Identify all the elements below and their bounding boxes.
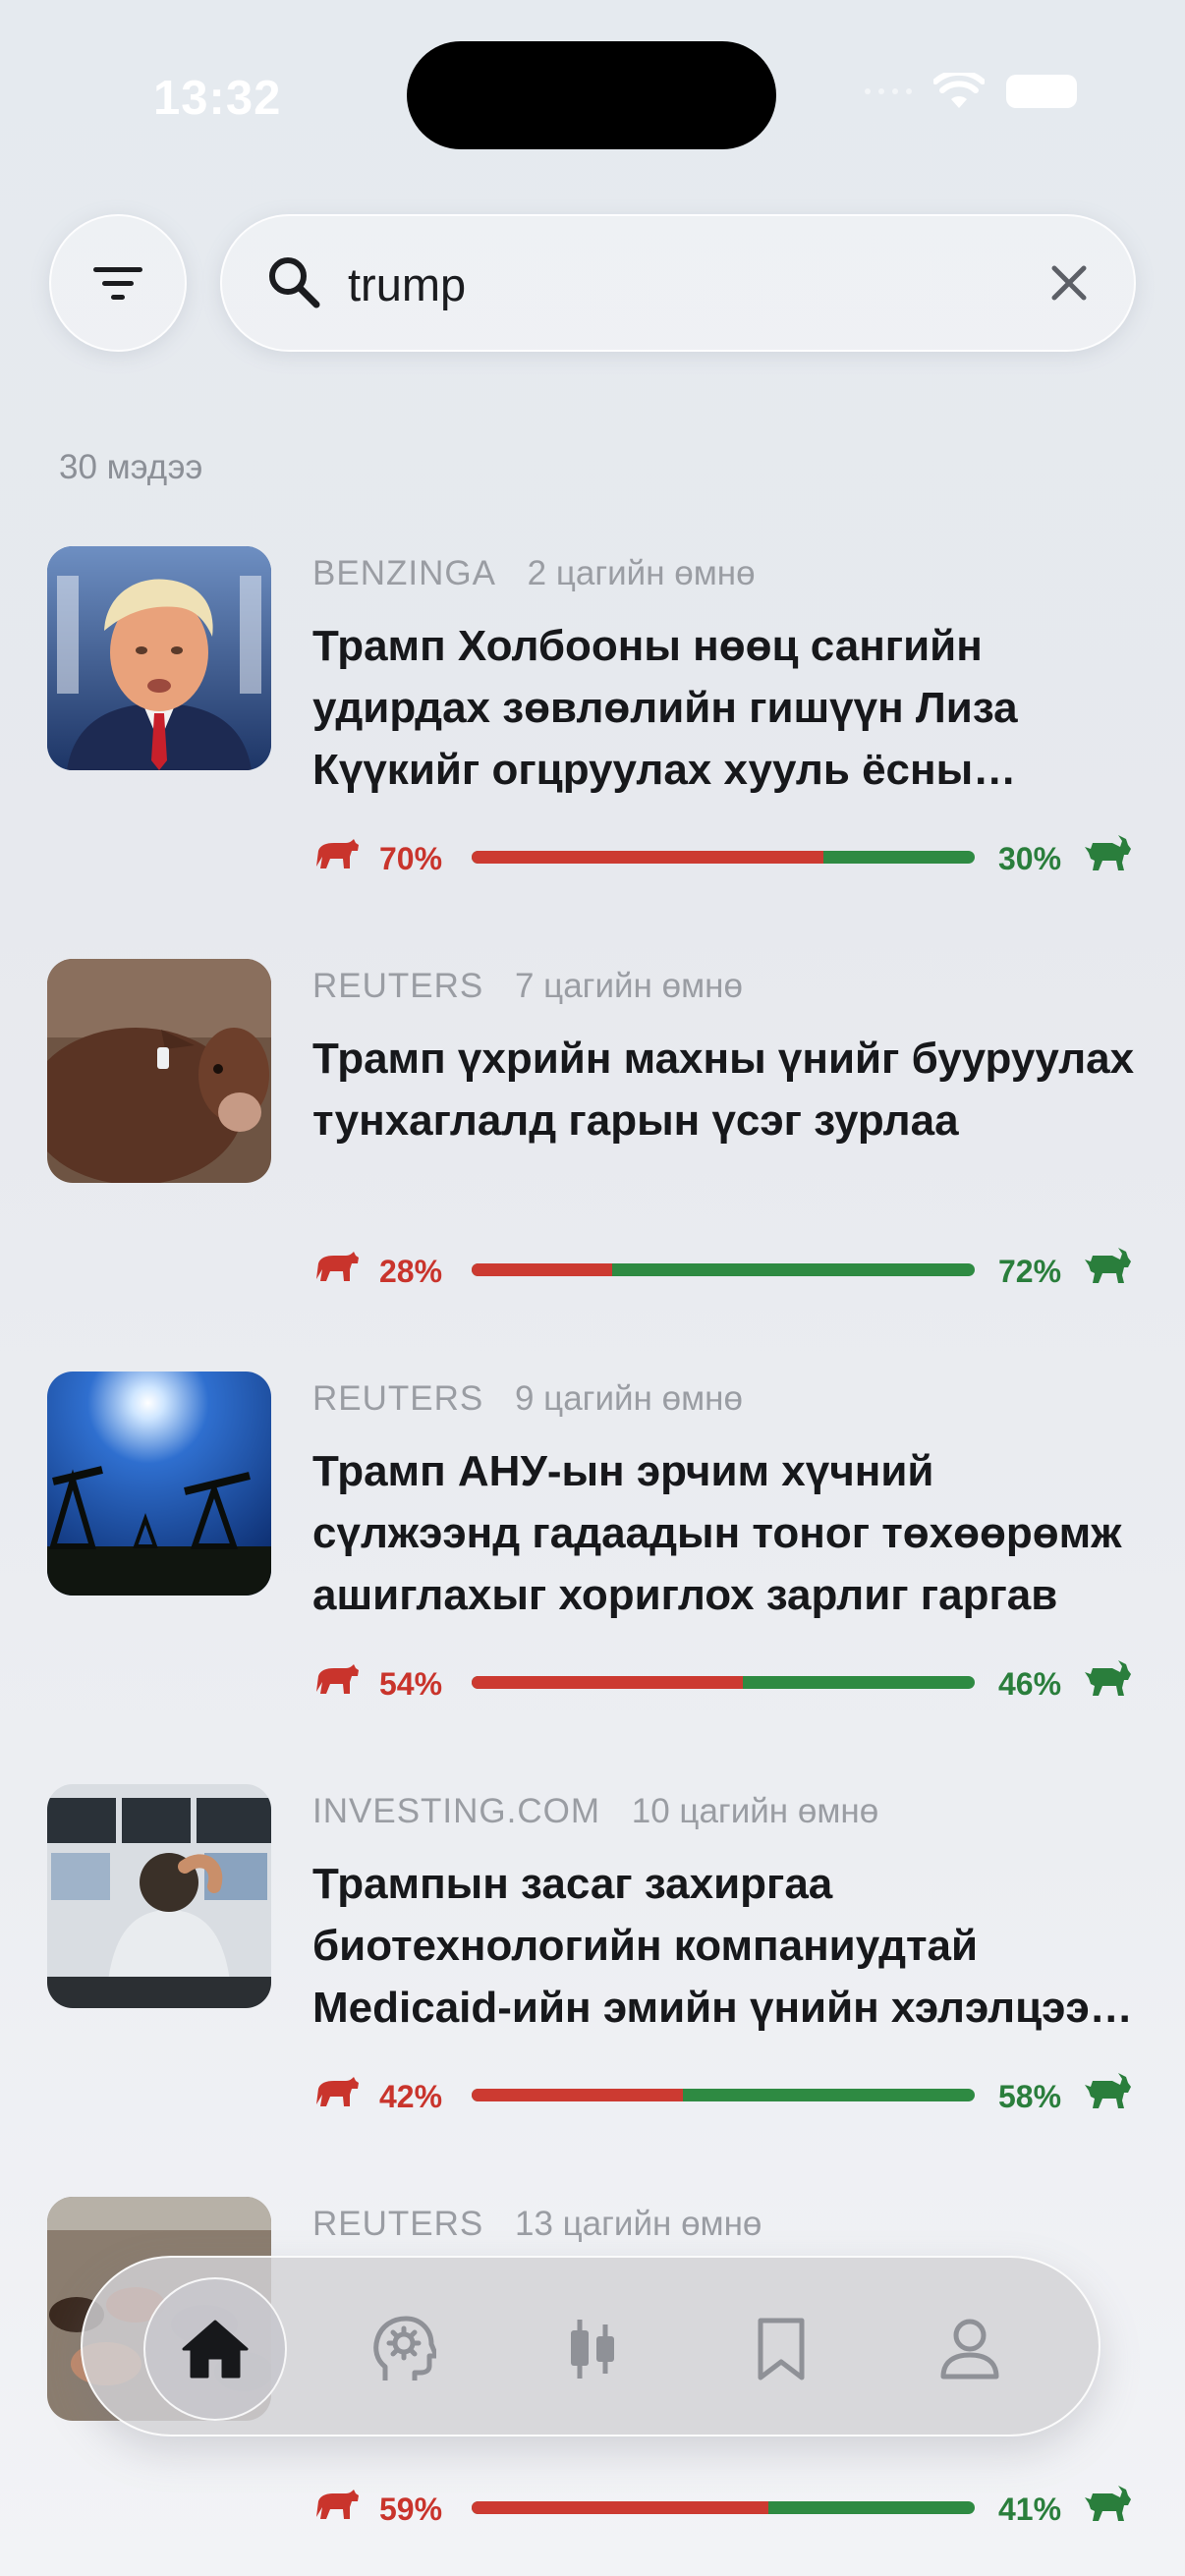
bearish-fill — [472, 1263, 613, 1276]
news-time: 9 цагийн өмнө — [514, 1379, 743, 1418]
sentiment-meter: 42% 58% — [312, 2073, 1138, 2115]
bear-icon — [312, 2075, 360, 2115]
search-input[interactable]: trump — [348, 257, 466, 311]
sentiment-meter: 28% 72% — [312, 1248, 1138, 1290]
bottom-tab-bar — [81, 2256, 1100, 2436]
tab-home[interactable] — [143, 2277, 287, 2421]
news-thumbnail — [47, 1784, 271, 2008]
battery-icon — [1006, 75, 1077, 108]
bearish-fill — [472, 851, 824, 864]
search-bar[interactable]: trump — [220, 214, 1136, 352]
filter-button[interactable] — [49, 214, 187, 352]
cellular-signal-icon — [865, 88, 912, 94]
news-meta: BENZINGA 2 цагийн өмнө — [312, 554, 756, 593]
bear-icon — [312, 2488, 360, 2528]
news-thumbnail — [47, 959, 271, 1183]
news-time: 10 цагийн өмнө — [631, 1792, 879, 1830]
news-source: REUTERS — [312, 967, 484, 1005]
tab-market[interactable] — [521, 2277, 664, 2421]
news-time: 7 цагийн өмнө — [514, 967, 743, 1005]
status-time: 13:32 — [153, 72, 282, 125]
bull-icon — [1083, 2484, 1132, 2528]
bear-icon — [312, 1250, 360, 1290]
search-icon — [269, 257, 320, 308]
bull-icon — [1083, 1246, 1132, 1290]
sentiment-meter: 59% 41% — [312, 2486, 1138, 2528]
bullish-percent: 72% — [998, 1254, 1062, 1289]
news-time: 13 цагийн өмнө — [514, 2205, 762, 2243]
bearish-percent: 42% — [379, 2079, 443, 2114]
tab-ai-insights[interactable] — [332, 2277, 476, 2421]
news-meta: INVESTING.COM 10 цагийн өмнө — [312, 1792, 878, 1831]
news-title: Трамп Холбооны нөөц сангийн удирдах зөвл… — [312, 622, 1018, 794]
bullish-percent: 58% — [998, 2079, 1062, 2114]
bull-icon — [1083, 833, 1132, 877]
news-source: BENZINGA — [312, 554, 496, 592]
status-indicators — [865, 73, 1077, 110]
sentiment-meter: 70% 30% — [312, 835, 1138, 877]
bullish-percent: 30% — [998, 841, 1062, 876]
bearish-fill — [472, 2089, 684, 2101]
news-time: 2 цагийн өмнө — [527, 554, 756, 592]
tab-profile[interactable] — [898, 2277, 1042, 2421]
candlestick-icon — [571, 2320, 614, 2379]
news-source: INVESTING.COM — [312, 1792, 601, 1830]
bear-icon — [312, 837, 360, 877]
bearish-percent: 70% — [379, 841, 443, 876]
news-title: Трампын засаг захиргаа биотехнологийн ко… — [312, 1860, 1090, 2032]
bullish-percent: 46% — [998, 1666, 1062, 1702]
bear-icon — [312, 1662, 360, 1703]
bearish-percent: 28% — [379, 1254, 443, 1289]
news-title: Трамп үхрийн махны үнийг бууруулах тунха… — [312, 1035, 1135, 1145]
bullish-percent: 41% — [998, 2492, 1062, 2527]
sentiment-bar — [472, 2501, 975, 2514]
news-item[interactable]: REUTERS 9 цагийн өмнө Трамп АНУ-ын эрчим… — [0, 1372, 1185, 1745]
bull-icon — [1083, 2071, 1132, 2115]
wifi-icon — [933, 73, 985, 108]
brain-gear-icon — [373, 2316, 436, 2380]
news-item[interactable]: REUTERS 7 цагийн өмнө Трамп үхрийн махны… — [0, 959, 1185, 1332]
bull-icon — [1083, 1658, 1132, 1703]
news-meta: REUTERS 9 цагийн өмнө — [312, 1379, 743, 1419]
bearish-fill — [472, 2501, 769, 2514]
sentiment-bar — [472, 851, 975, 864]
sentiment-meter: 54% 46% — [312, 1660, 1138, 1703]
news-item[interactable]: BENZINGA 2 цагийн өмнө Трамп Холбооны нө… — [0, 546, 1185, 920]
clear-search-icon[interactable] — [1044, 257, 1095, 308]
news-thumbnail — [47, 1372, 271, 1596]
filter-icon — [93, 267, 142, 300]
results-count: 30 мэдээ — [59, 448, 203, 486]
news-title: Трамп АНУ-ын эрчим хүчний сүлжээнд гадаа… — [312, 1447, 1122, 1619]
dynamic-island — [407, 41, 776, 149]
bookmark-icon — [758, 2318, 805, 2380]
bearish-percent: 59% — [379, 2492, 443, 2527]
news-source: REUTERS — [312, 2205, 484, 2243]
sentiment-bar — [472, 2089, 975, 2101]
news-item[interactable]: INVESTING.COM 10 цагийн өмнө Трампын зас… — [0, 1784, 1185, 2157]
news-meta: REUTERS 13 цагийн өмнө — [312, 2205, 762, 2244]
home-icon — [182, 2320, 249, 2379]
sentiment-bar — [472, 1676, 975, 1689]
news-source: REUTERS — [312, 1379, 484, 1418]
bearish-fill — [472, 1676, 744, 1689]
tab-saved[interactable] — [709, 2277, 853, 2421]
news-meta: REUTERS 7 цагийн өмнө — [312, 967, 743, 1006]
news-thumbnail — [47, 546, 271, 770]
bearish-percent: 54% — [379, 1666, 443, 1702]
sentiment-bar — [472, 1263, 975, 1276]
profile-icon — [940, 2319, 999, 2380]
